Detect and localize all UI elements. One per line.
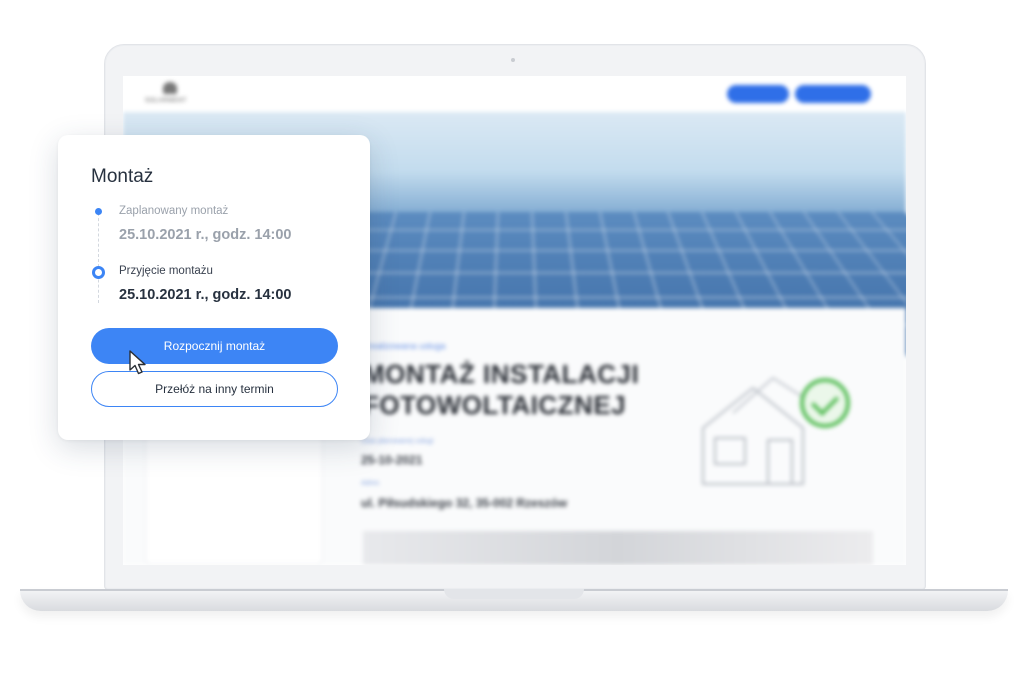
step-label-accepted: Przyjęcie montażu <box>119 265 213 277</box>
popup-title: Montaż <box>91 166 154 187</box>
page-title: MONTAŻ INSTALACJI FOTOWOLTAICZNEJ <box>363 359 640 420</box>
step-done-dot-icon <box>95 208 102 215</box>
installation-popup: Montaż Zaplanowany montaż 25.10.2021 r.,… <box>58 135 370 440</box>
logo: SOLARMENT <box>145 82 197 108</box>
installation-photo <box>363 531 873 565</box>
date-label: Data planowanej usługi <box>361 438 434 445</box>
reschedule-button[interactable]: Przełóż na inny termin <box>91 371 338 407</box>
step-current-ring-icon <box>92 266 105 279</box>
step-date-planned: 25.10.2021 r., godz. 14:00 <box>119 227 292 243</box>
address-label: Adres <box>361 480 380 487</box>
header-button-1[interactable] <box>727 85 789 103</box>
check-circle-icon <box>800 378 850 428</box>
address-value: ul. Piłsudskiego 32, 35-002 Rzeszów <box>361 496 568 510</box>
camera-icon <box>511 58 515 62</box>
mouse-pointer-icon <box>129 350 146 375</box>
header-button-2[interactable] <box>795 85 871 103</box>
stage: SOLARMENT Zrealizowana usługa MONTAŻ INS… <box>0 0 1024 681</box>
step-date-accepted: 25.10.2021 r., godz. 14:00 <box>119 287 292 303</box>
category-label: Zrealizowana usługa <box>363 341 446 351</box>
laptop-notch <box>444 589 584 599</box>
page-header: SOLARMENT <box>123 76 906 112</box>
date-value: 25-10-2021 <box>361 453 423 467</box>
step-label-planned: Zaplanowany montaż <box>119 205 229 217</box>
timeline-line <box>98 213 99 303</box>
